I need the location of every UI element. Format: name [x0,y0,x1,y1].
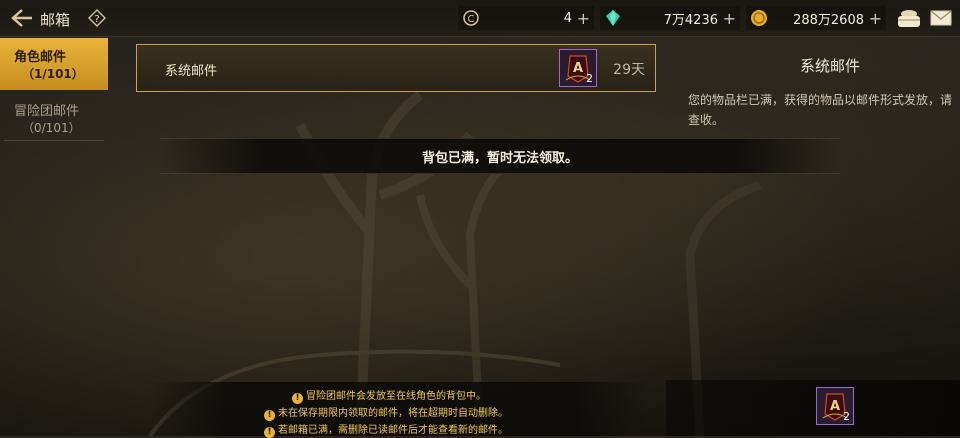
currency-value: 4 [563,10,572,26]
notice-item: ! 冒险团邮件会发放至在线角色的背包中。 [292,387,486,404]
currency-value: 7万4236 [663,12,718,28]
svg-text:A: A [830,399,840,414]
detail-attachment-thumbnail[interactable]: A 2 [816,387,854,425]
gold-coin-icon [751,10,767,26]
mail-detail-title: 系统邮件 [800,57,861,75]
mail-expiry-days: 29天 [613,62,645,78]
notice-text: 若邮箱已满，需删除已读邮件后才能查看新的邮件。 [278,425,508,436]
warning-icon: ! [264,410,275,421]
c-coin-icon: C [463,10,479,26]
detail-attachment-bar: A 2 [666,380,960,436]
tab-divider [4,140,104,141]
top-bar: 邮箱 ? C 4 + 7万4236 + 288万2608 + [0,0,960,37]
currency-c-coin: C 4 + [458,6,594,30]
mail-detail-body: 您的物品栏已满，获得的物品以邮件形式发放，请查收。 [688,93,953,127]
notice-item: ! 未在保存期限内领取的邮件，将在超期时自动删除。 [264,404,508,421]
add-currency-button[interactable]: + [577,9,590,28]
attachment-count: 2 [586,72,593,85]
svg-text:?: ? [94,14,99,25]
attachment-count: 2 [843,410,850,423]
notice-list: ! 冒险团邮件会发放至在线角色的背包中。 ! 未在保存期限内领取的邮件，将在超期时自… [150,382,650,438]
question-diamond-icon[interactable]: ? [88,9,106,27]
tab-count: （1/101） [22,67,84,81]
notice-text: 未在保存期限内领取的邮件，将在超期时自动删除。 [278,408,508,419]
currency-value: 288万2608 [793,12,864,28]
currency-gem: 7万4236 + [600,6,740,30]
mail-icon[interactable] [930,10,952,26]
currency-gold: 288万2608 + [746,6,886,30]
tab-count: （0/101） [22,121,81,135]
notice-item: ! 若邮箱已满，需删除已读邮件后才能查看新的邮件。 [264,421,508,438]
warning-icon: ! [264,427,275,438]
bag-icon[interactable] [896,8,922,28]
svg-text:A: A [573,61,583,76]
tab-label: 冒险团邮件 [14,104,80,119]
attachment-thumbnail: A 2 [559,49,597,87]
back-arrow-icon[interactable] [10,8,34,28]
bag-full-banner: 背包已满，暂时无法领取。 [160,138,840,174]
add-currency-button[interactable]: + [869,9,882,28]
green-gem-icon [606,10,620,26]
banner-text: 背包已满，暂时无法领取。 [421,151,578,166]
svg-text:C: C [468,14,475,25]
tab-adventure-team-mail[interactable]: 冒险团邮件 （0/101） [0,92,108,144]
mail-list-item[interactable]: 系统邮件 A 2 29天 [136,44,656,92]
page-title: 邮箱 [40,11,71,29]
warning-icon: ! [292,393,303,404]
add-currency-button[interactable]: + [723,9,736,28]
tab-label: 角色邮件 [14,50,67,65]
notice-text: 冒险团邮件会发放至在线角色的背包中。 [306,391,486,402]
mail-subject: 系统邮件 [165,64,218,79]
tab-character-mail[interactable]: 角色邮件 （1/101） [0,38,108,90]
